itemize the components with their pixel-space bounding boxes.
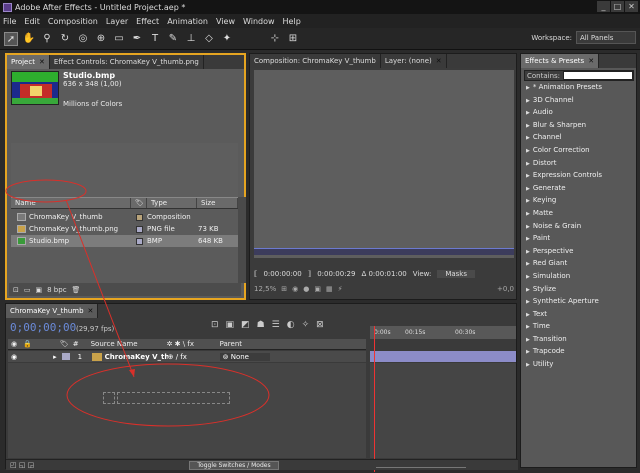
- highlight-ellipse: [66, 363, 270, 427]
- annotation-overlay: [5, 179, 270, 427]
- drag-arrow-line: [65, 199, 135, 378]
- arrow-head-icon: [129, 369, 135, 377]
- highlight-ellipse: [5, 179, 87, 203]
